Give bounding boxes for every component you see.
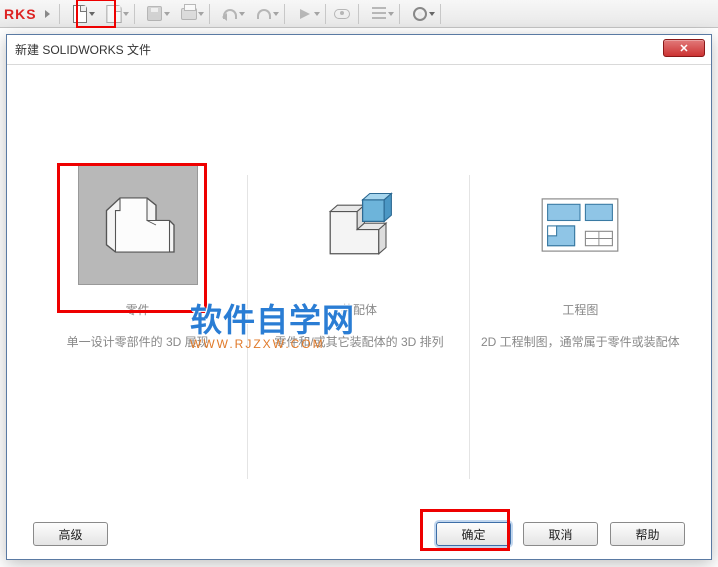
app-logo-fragment: RKS bbox=[4, 6, 37, 22]
chevron-down-icon bbox=[164, 12, 170, 16]
save-icon bbox=[147, 6, 162, 21]
open-file-icon bbox=[106, 5, 121, 23]
gear-icon bbox=[413, 7, 427, 21]
option-drawing[interactable]: 工程图 2D 工程制图，通常属于零件或装配体 bbox=[470, 165, 691, 489]
option-assembly[interactable]: 装配体 零件和/或其它装配体的 3D 排列 bbox=[248, 165, 469, 489]
cancel-button[interactable]: 取消 bbox=[523, 522, 598, 546]
toolbar-separator bbox=[59, 4, 60, 24]
option-drawing-title: 工程图 bbox=[562, 301, 598, 318]
new-file-icon bbox=[73, 5, 87, 23]
rebuild-button[interactable] bbox=[329, 2, 355, 26]
toolbar-separator bbox=[440, 4, 441, 24]
dialog-footer: 高级 确定 取消 帮助 bbox=[7, 509, 711, 559]
chevron-right-icon bbox=[45, 10, 50, 18]
chevron-down-icon bbox=[314, 12, 320, 16]
cursor-icon bbox=[300, 9, 310, 19]
toolbar-separator bbox=[284, 4, 285, 24]
option-part-desc: 单一设计零部件的 3D 展现 bbox=[67, 334, 209, 351]
drawing-icon bbox=[535, 190, 625, 260]
close-icon: ✕ bbox=[679, 42, 688, 55]
chevron-down-icon bbox=[198, 12, 204, 16]
ok-button[interactable]: 确定 bbox=[436, 522, 511, 546]
undo-button[interactable] bbox=[213, 2, 247, 26]
dialog-title: 新建 SOLIDWORKS 文件 bbox=[15, 41, 151, 58]
toolbar-separator bbox=[325, 4, 326, 24]
undo-icon bbox=[223, 9, 237, 19]
chevron-down-icon bbox=[89, 12, 95, 16]
chevron-down-icon bbox=[388, 12, 394, 16]
redo-button[interactable] bbox=[247, 2, 281, 26]
settings-button[interactable] bbox=[403, 2, 437, 26]
assembly-icon-container bbox=[299, 165, 419, 285]
print-icon bbox=[181, 8, 197, 20]
open-file-button[interactable] bbox=[97, 2, 131, 26]
toolbar-separator bbox=[134, 4, 135, 24]
options-list-button[interactable] bbox=[362, 2, 396, 26]
toolbar-separator bbox=[209, 4, 210, 24]
part-icon-container bbox=[78, 165, 198, 285]
dialog-titlebar: 新建 SOLIDWORKS 文件 ✕ bbox=[7, 35, 711, 65]
new-document-dialog: 新建 SOLIDWORKS 文件 ✕ 零件 单一设计零部件的 3D 展现 bbox=[6, 34, 712, 560]
assembly-icon bbox=[314, 180, 404, 270]
advanced-button[interactable]: 高级 bbox=[33, 522, 108, 546]
chevron-down-icon bbox=[239, 12, 245, 16]
chevron-down-icon bbox=[273, 12, 279, 16]
save-button[interactable] bbox=[138, 2, 172, 26]
toolbar-separator bbox=[399, 4, 400, 24]
list-icon bbox=[372, 7, 386, 21]
new-file-button[interactable] bbox=[63, 2, 97, 26]
close-button[interactable]: ✕ bbox=[663, 39, 705, 57]
option-assembly-title: 装配体 bbox=[341, 301, 377, 318]
redo-icon bbox=[257, 9, 271, 19]
toolbar-separator bbox=[358, 4, 359, 24]
option-assembly-desc: 零件和/或其它装配体的 3D 排列 bbox=[274, 334, 443, 351]
print-button[interactable] bbox=[172, 2, 206, 26]
rebuild-icon bbox=[334, 9, 350, 19]
option-part[interactable]: 零件 单一设计零部件的 3D 展现 bbox=[27, 165, 248, 489]
dialog-content: 零件 单一设计零部件的 3D 展现 装配体 零件和/或其它装配体的 3D 排列 bbox=[7, 65, 711, 509]
select-button[interactable] bbox=[288, 2, 322, 26]
part-icon bbox=[93, 180, 183, 270]
option-drawing-desc: 2D 工程制图，通常属于零件或装配体 bbox=[481, 334, 680, 351]
drawing-icon-container bbox=[520, 165, 640, 285]
chevron-down-icon bbox=[429, 12, 435, 16]
main-toolbar: RKS bbox=[0, 0, 718, 28]
option-part-title: 零件 bbox=[126, 301, 150, 318]
help-button[interactable]: 帮助 bbox=[610, 522, 685, 546]
chevron-down-icon bbox=[123, 12, 129, 16]
